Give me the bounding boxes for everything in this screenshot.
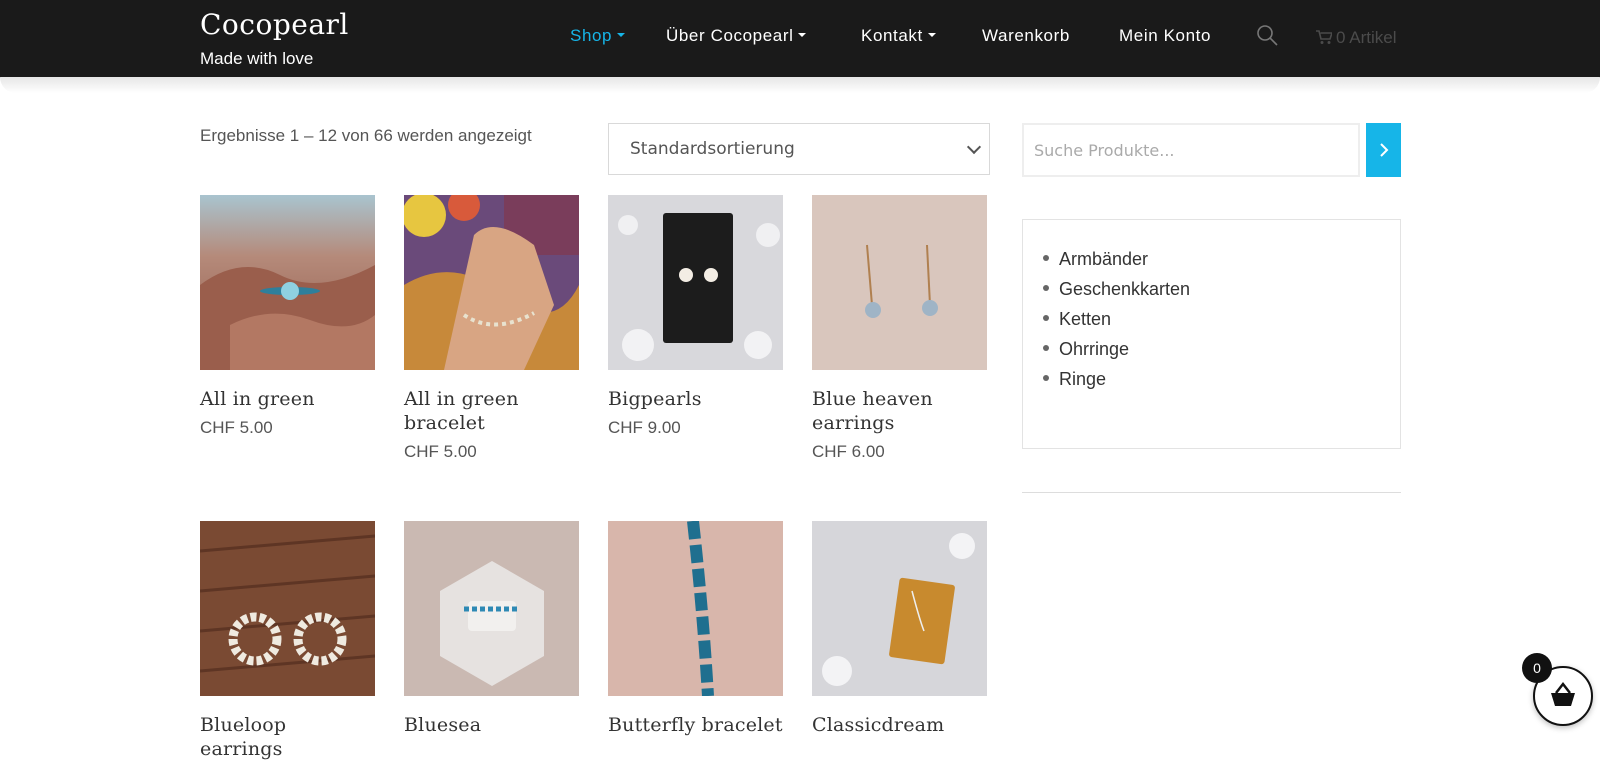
product-image[interactable] [404,521,579,696]
product-image[interactable] [608,195,783,370]
product-card: Butterfly bracelet [608,521,783,737]
product-card: Classicdream [812,521,987,737]
chevron-right-icon [1380,143,1389,157]
product-search-input[interactable] [1022,123,1360,177]
result-count: Ergebnisse 1 – 12 von 66 werden angezeig… [200,126,532,145]
nav-item-label: Kontakt [861,26,923,45]
nav-item-kontakt[interactable]: Kontakt [861,26,936,46]
chevron-down-icon [966,139,982,155]
site-header: Cocopearl Made with love Shop Über Cocop… [0,0,1600,78]
product-name[interactable]: Bigpearls [608,387,783,411]
cart-count-label: 0 Artikel [1336,28,1397,47]
cart-icon [1316,30,1332,44]
product-name[interactable]: Blueloop earrings [200,713,375,761]
product-price: CHF 6.00 [812,442,885,461]
product-price: CHF 5.00 [200,418,273,437]
header-cart-link[interactable]: 0 Artikel [1316,28,1396,48]
product-name[interactable]: All in green [200,387,375,411]
product-price: CHF 5.00 [404,442,477,461]
product-image[interactable] [812,195,987,370]
sort-selected-value: Standardsortierung [630,139,795,159]
product-name[interactable]: Blue heaven earrings [812,387,987,435]
nav-item-mein-konto[interactable]: Mein Konto [1119,26,1211,46]
product-name[interactable]: Butterfly bracelet [608,713,783,737]
nav-item-label: Über Cocopearl [666,26,794,45]
site-tagline: Made with love [200,49,314,68]
product-name[interactable]: All in green bracelet [404,387,579,435]
nav-item-label: Warenkorb [982,26,1070,45]
product-card: All in green CHF 5.00 [200,195,375,438]
category-item-ringe[interactable]: Ringe [1043,364,1400,394]
search-submit-button[interactable] [1366,123,1401,177]
sort-select[interactable]: Standardsortierung [608,123,990,175]
product-card: All in green bracelet CHF 5.00 [404,195,579,462]
product-card: Bluesea [404,521,579,737]
header-shadow [0,77,1600,93]
product-card: Blueloop earrings [200,521,375,761]
category-item-geschenkkarten[interactable]: Geschenkkarten [1043,274,1400,304]
product-name[interactable]: Bluesea [404,713,579,737]
product-card: Blue heaven earrings CHF 6.00 [812,195,987,462]
site-title[interactable]: Cocopearl [200,8,349,41]
caret-down-icon [617,32,626,37]
caret-down-icon [798,32,807,37]
sidebar-divider [1022,492,1401,493]
product-image[interactable] [608,521,783,696]
nav-item-shop[interactable]: Shop [570,26,626,46]
nav-item-label: Mein Konto [1119,26,1211,45]
floating-cart-count-badge: 0 [1522,653,1552,683]
product-image[interactable] [812,521,987,696]
category-item-armbaender[interactable]: Armbänder [1043,244,1400,274]
nav-item-warenkorb[interactable]: Warenkorb [982,26,1070,46]
category-item-ohrringe[interactable]: Ohrringe [1043,334,1400,364]
search-icon[interactable] [1256,24,1278,46]
caret-down-icon [927,32,936,37]
category-widget: Armbänder Geschenkkarten Ketten Ohrringe… [1022,219,1401,449]
product-card: Bigpearls CHF 9.00 [608,195,783,438]
product-image[interactable] [200,521,375,696]
nav-item-ueber-cocopearl[interactable]: Über Cocopearl [666,26,807,46]
category-list: Armbänder Geschenkkarten Ketten Ohrringe… [1023,220,1400,394]
nav-item-label: Shop [570,26,613,45]
category-item-ketten[interactable]: Ketten [1043,304,1400,334]
product-price: CHF 9.00 [608,418,681,437]
product-image[interactable] [404,195,579,370]
product-image[interactable] [200,195,375,370]
product-name[interactable]: Classicdream [812,713,987,737]
